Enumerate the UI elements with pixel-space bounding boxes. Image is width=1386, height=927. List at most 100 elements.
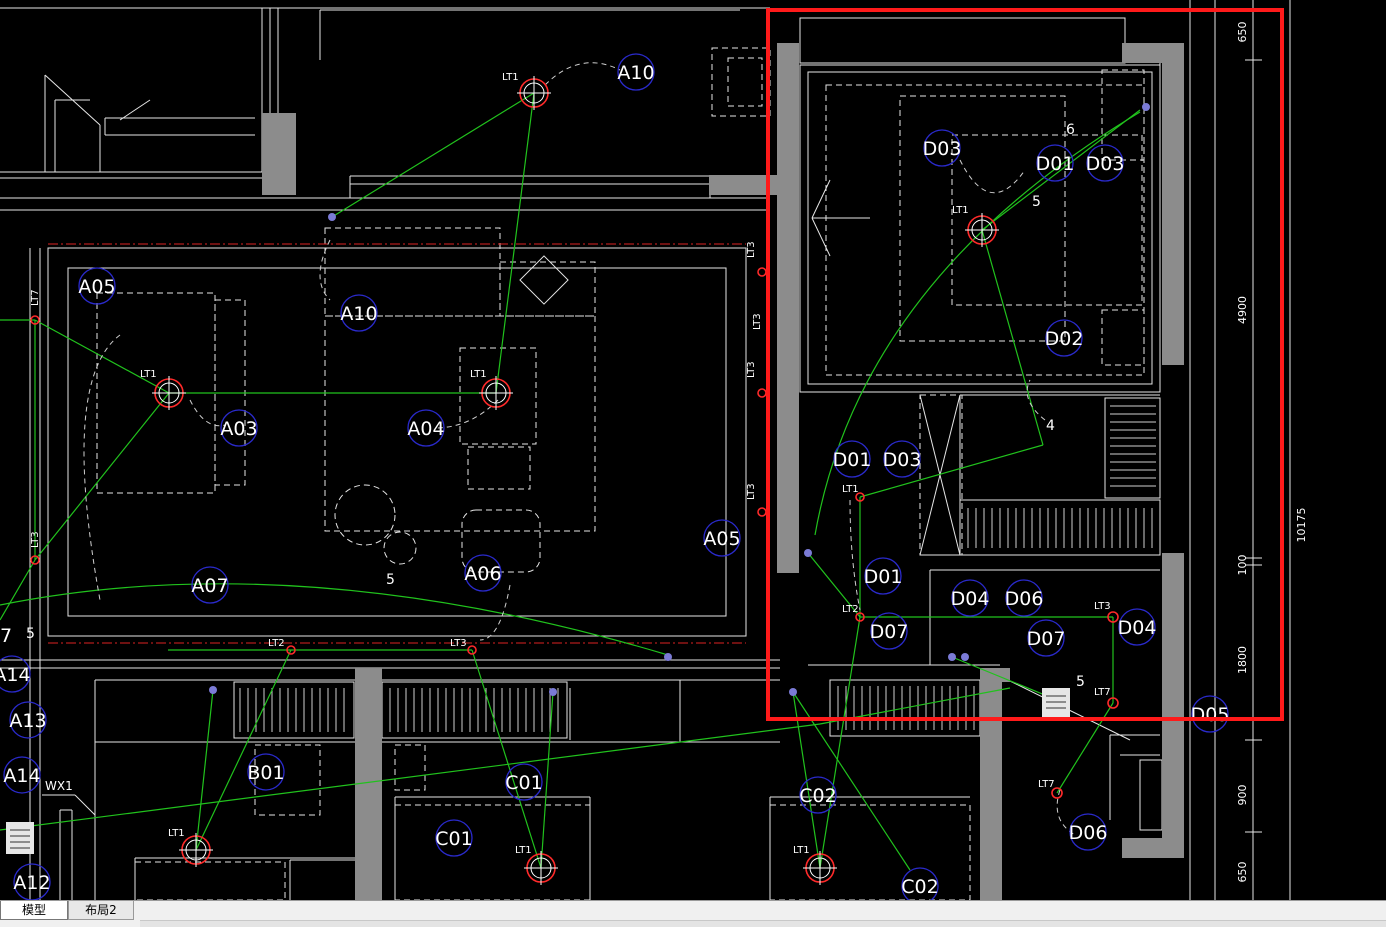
dimension-label: 900 xyxy=(1236,785,1249,806)
wire-number: 6 xyxy=(1066,122,1075,138)
circuit-tag: A13 xyxy=(9,701,47,739)
circuit-tag: C01 xyxy=(435,819,473,857)
circuit-tag: C02 xyxy=(901,867,939,900)
circuit-tag: A06 xyxy=(464,554,502,592)
circuit-tag: D07 xyxy=(1027,619,1066,657)
circuit-tag-label: D07 xyxy=(1027,628,1066,650)
wire-number: 5 xyxy=(1076,674,1085,690)
tab-model[interactable]: 模型 xyxy=(0,901,68,920)
fixture-label: LT2 xyxy=(842,604,859,615)
circuit-tag: A14 xyxy=(0,655,31,693)
dimension-label: 100 xyxy=(1236,555,1249,576)
circuit-tag: A03 xyxy=(220,409,258,447)
light-fixture xyxy=(152,376,186,410)
architectural-linework xyxy=(0,0,1291,900)
circuit-tag-label: A04 xyxy=(407,418,444,440)
circuit-tag: A10 xyxy=(617,53,655,91)
fixture-label: LT1 xyxy=(140,369,157,380)
circuit-tag-label: A14 xyxy=(3,765,40,787)
circuit-tag: D06 xyxy=(1069,813,1108,851)
fixture-label: LT1 xyxy=(952,205,969,216)
light-fixture xyxy=(524,851,558,885)
circuit-tag: D04 xyxy=(951,579,990,617)
circuit-tag-label: C01 xyxy=(505,772,542,794)
tab-layout2[interactable]: 布局2 xyxy=(68,901,134,920)
fixture-label: LT7 xyxy=(1094,687,1111,698)
circuit-tag-label: A05 xyxy=(703,528,740,550)
circuit-tag: D03 xyxy=(923,129,962,167)
dimension-label: 1800 xyxy=(1236,646,1249,674)
wx-label: WX1 xyxy=(45,779,73,793)
circuit-tag: D01 xyxy=(1036,144,1074,182)
cad-drawing-canvas[interactable]: A10 A05 A10 A03 A04 A05 A06 A07 A14 A13 A14 A12 B01 C… xyxy=(0,0,1386,900)
circuit-tag: D06 xyxy=(1005,579,1044,617)
circuit-tag-label: A10 xyxy=(340,303,377,325)
circuit-tag-label: A05 xyxy=(78,276,115,298)
fixture-label: LT7 xyxy=(1038,779,1055,790)
circuit-tag-label: D06 xyxy=(1069,822,1108,844)
circuit-tag-label: D01 xyxy=(833,449,872,471)
fixture-label: LT2 xyxy=(268,638,285,649)
circuit-tag: D02 xyxy=(1045,319,1084,357)
fixture-label: LT3 xyxy=(1094,601,1111,612)
fixture-label: LT3 xyxy=(746,361,757,378)
circuit-tag: C02 xyxy=(799,776,837,814)
light-fixture xyxy=(803,851,837,885)
distribution-panel-icon xyxy=(6,822,34,854)
wire-number: 5 xyxy=(386,572,395,588)
circuit-tag-label: D06 xyxy=(1005,588,1044,610)
light-fixture xyxy=(479,376,513,410)
light-fixture xyxy=(757,267,767,277)
circuit-tag-label: B01 xyxy=(247,762,284,784)
circuit-tag-label: C02 xyxy=(901,876,938,898)
circuit-tag-label: A10 xyxy=(617,62,654,84)
circuit-tag-label: A03 xyxy=(220,418,257,440)
circuit-tag-label: D03 xyxy=(1086,153,1125,175)
circuit-tag-label: D02 xyxy=(1045,328,1084,350)
light-fixture xyxy=(757,388,767,398)
circuit-tag: A04 xyxy=(407,409,445,447)
wire-number: 4 xyxy=(1046,418,1055,434)
circuit-tag: D03 xyxy=(1086,144,1125,182)
fixture-label: LT1 xyxy=(502,72,519,83)
circuit-tag-label: D04 xyxy=(951,588,990,610)
circuit-tag: A10 xyxy=(340,294,378,332)
wire-numbers: 5 5 5 4 6 5 xyxy=(26,122,1085,690)
dimension-label: 10175 xyxy=(1295,508,1308,543)
circuit-tag: D04 xyxy=(1118,608,1156,646)
fixture-label: LT1 xyxy=(168,828,185,839)
fixture-label: LT1 xyxy=(842,484,859,495)
circuit-tag-label: A12 xyxy=(13,872,50,894)
fixture-label: LT1 xyxy=(793,845,810,856)
circuit-tag: D01 xyxy=(864,557,903,595)
dimension-label: 650 xyxy=(1236,22,1249,43)
circuit-tag-label: A07 xyxy=(191,575,228,597)
circuit-tag-label: A13 xyxy=(9,710,46,732)
layout-tab-bar: 模型 布局2 xyxy=(0,900,1386,927)
circuit-tag: A07 xyxy=(191,566,229,604)
circuit-tag: D03 xyxy=(883,440,922,478)
circuit-tag-label: A06 xyxy=(464,563,501,585)
circuit-tag-label: D01 xyxy=(864,566,903,588)
circuit-tag: D01 xyxy=(833,440,872,478)
circuit-tag-label: D05 xyxy=(1191,704,1230,726)
light-fixture xyxy=(757,507,767,517)
circuit-tag: D05 xyxy=(1191,695,1230,733)
fixture-label: LT3 xyxy=(30,531,41,548)
circuit-tag: A12 xyxy=(13,863,51,900)
fixture-label: LT3 xyxy=(746,241,757,258)
circuit-tag: C01 xyxy=(505,763,543,801)
circuit-tag-label: D03 xyxy=(883,449,922,471)
light-fixtures xyxy=(30,76,1119,885)
wire-number: 5 xyxy=(1032,194,1041,210)
circuit-tag-label: D03 xyxy=(923,138,962,160)
dimension-label: 650 xyxy=(1236,862,1249,883)
circuit-tag: A05 xyxy=(703,519,741,557)
distribution-panel-icon-2 xyxy=(1042,688,1070,718)
fixture-label: LT1 xyxy=(470,369,487,380)
circuit-tag: B01 xyxy=(247,753,285,791)
fixture-label: LT3 xyxy=(752,313,763,330)
fixture-label: LT1 xyxy=(515,845,532,856)
circuit-tag-label: A14 xyxy=(0,664,31,686)
light-fixture xyxy=(965,213,999,247)
